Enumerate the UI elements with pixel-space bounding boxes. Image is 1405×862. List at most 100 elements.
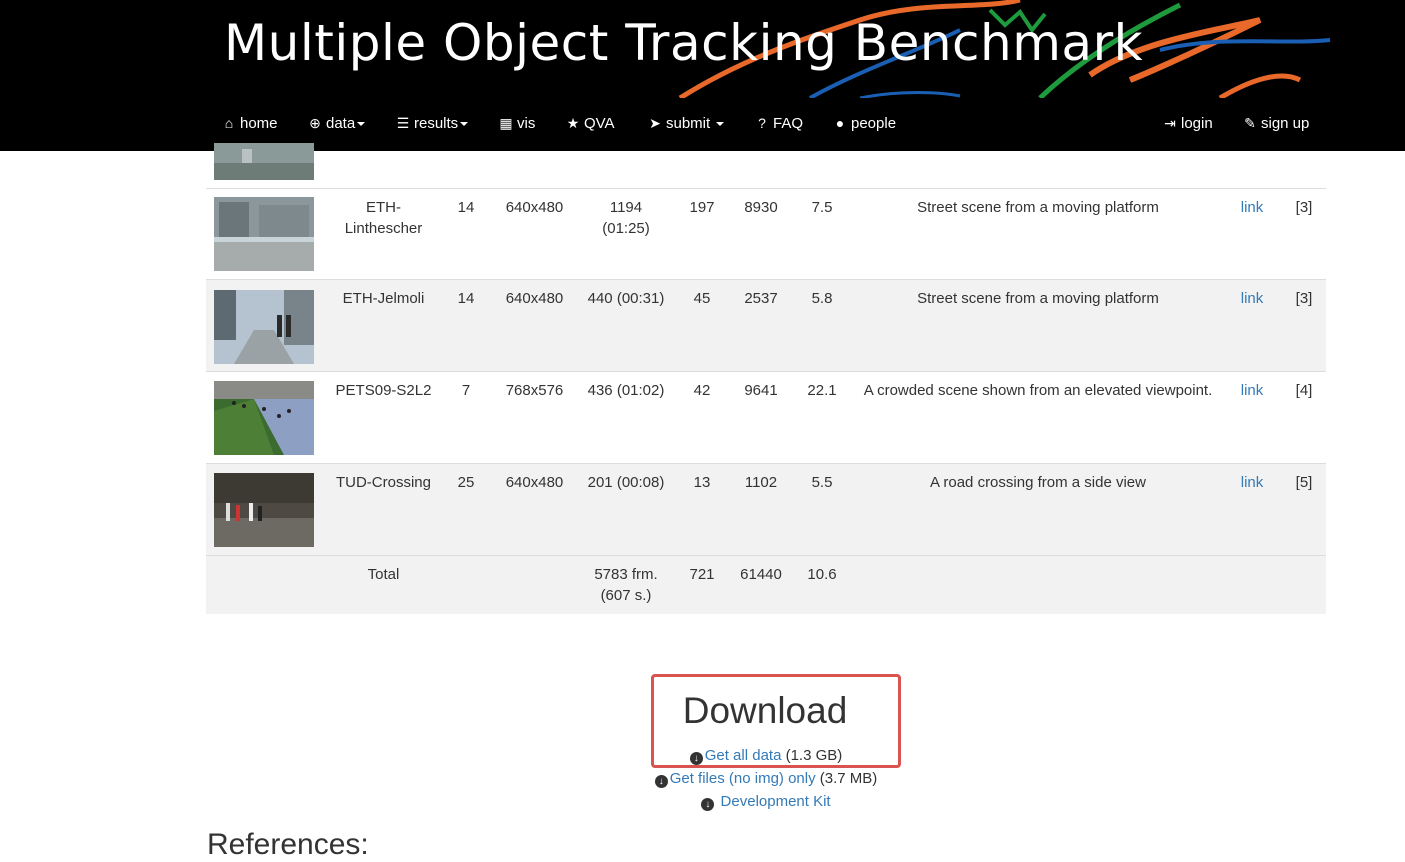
nav-qva-label: QVA [584, 115, 615, 132]
site-title: Multiple Object Tracking Benchmark [224, 14, 1144, 72]
total-boxes: 61440 [740, 566, 782, 583]
tracks-value: 42 [693, 382, 711, 399]
nav-home[interactable]: ⌂ home [221, 112, 278, 134]
table-row: ETH-Jelmoli 14 640x480 440 (00:31) 45 25… [206, 279, 1326, 372]
pencil-icon: ✎ [1244, 115, 1256, 131]
nav-people[interactable]: ● people [832, 112, 896, 134]
reference-value: [4] [1295, 382, 1313, 399]
total-length: 5783 frm. (607 s.) [594, 566, 658, 604]
user-icon: ● [835, 115, 845, 131]
development-kit-link[interactable]: Development Kit [721, 793, 831, 810]
sequence-thumbnail [214, 143, 314, 180]
sequence-link[interactable]: link [1232, 472, 1272, 493]
chevron-down-icon [460, 122, 469, 127]
table-row: ETH- Linthescher 14 640x480 1194 (01:25)… [206, 188, 1326, 280]
boxes-value: 9641 [744, 382, 778, 399]
nav-submit[interactable]: ➤ submit [647, 112, 725, 134]
sequence-name: ETH-Jelmoli [342, 290, 425, 307]
sequence-link[interactable]: link [1232, 288, 1272, 309]
reference-value: [3] [1295, 199, 1313, 216]
length-value: 436 (01:02) [587, 382, 665, 399]
nav-results[interactable]: ☰ results [395, 112, 469, 134]
resolution-value: 768x576 [505, 382, 564, 399]
login-icon: ⇥ [1164, 115, 1176, 131]
get-files-link[interactable]: Get files (no img) only [670, 770, 816, 787]
boxes-value: 1102 [744, 474, 778, 491]
nav-submit-label: submit [666, 115, 711, 132]
sequence-name: ETH- Linthescher [344, 199, 423, 237]
density-value: 7.5 [811, 199, 833, 216]
fps-value: 25 [457, 474, 475, 491]
references-heading: References: [207, 828, 369, 861]
sequence-link[interactable]: link [1232, 380, 1272, 401]
download-circle-icon: ↓ [689, 752, 703, 765]
description-value: A road crossing from a side view [930, 474, 1146, 491]
main-navbar: ⌂ home ⊕ data ☰ results ▦ vis ★ QVA ➤ submit ?… [0, 98, 1405, 151]
nav-login-label: login [1181, 115, 1213, 132]
all-data-size: (1.3 GB) [785, 747, 843, 764]
table-row: TUD-Crossing 25 640x480 201 (00:08) 13 1… [206, 463, 1326, 556]
table-total-row: Total 5783 frm. (607 s.) 721 61440 10.6 [206, 555, 1326, 614]
nav-data[interactable]: ⊕ data [307, 112, 366, 134]
sequence-name: TUD-Crossing [335, 474, 431, 491]
question-circle-icon: ? [758, 115, 766, 131]
nav-data-label: data [326, 115, 356, 132]
nav-vis[interactable]: ▦ vis [498, 112, 535, 134]
film-icon: ▦ [499, 115, 513, 131]
density-value: 5.8 [811, 290, 833, 307]
download-circle-icon: ↓ [701, 798, 715, 811]
sequence-link[interactable]: link [1232, 197, 1272, 218]
sequence-thumbnail [214, 381, 314, 455]
tracks-value: 197 [689, 199, 715, 216]
sequence-thumbnail [214, 197, 314, 271]
fps-value: 14 [457, 290, 475, 307]
chevron-down-icon [357, 122, 366, 127]
get-all-data-line: ↓ Get all data (1.3 GB) [0, 747, 1405, 765]
nav-results-label: results [414, 115, 459, 132]
send-icon: ➤ [649, 115, 661, 131]
home-icon: ⌂ [224, 115, 234, 131]
chevron-down-icon [716, 122, 725, 127]
table-row: PETS09-S2L2 7 768x576 436 (01:02) 42 964… [206, 371, 1326, 464]
description-value: A crowded scene shown from an elevated v… [863, 382, 1213, 399]
nav-vis-label: vis [517, 115, 536, 132]
get-all-data-link[interactable]: Get all data [705, 747, 782, 764]
resolution-value: 640x480 [505, 290, 564, 307]
boxes-value: 2537 [744, 290, 778, 307]
density-value: 22.1 [807, 382, 837, 399]
download-circle-icon: ⊕ [309, 115, 321, 131]
table-row [206, 143, 1326, 188]
get-files-line: ↓ Get files (no img) only (3.7 MB) [0, 770, 1405, 788]
length-value: 440 (00:31) [587, 290, 665, 307]
sequence-thumbnail [214, 290, 314, 364]
reference-value: [3] [1295, 290, 1313, 307]
nav-faq-label: FAQ [773, 115, 804, 132]
files-size: (3.7 MB) [819, 770, 878, 787]
download-heading: Download [682, 690, 848, 731]
boxes-value: 8930 [744, 199, 778, 216]
fps-value: 14 [457, 199, 475, 216]
tracks-value: 13 [693, 474, 711, 491]
density-value: 5.5 [811, 474, 833, 491]
nav-signup[interactable]: ✎ sign up [1242, 112, 1309, 134]
nav-login[interactable]: ⇥ login [1162, 112, 1213, 134]
total-density: 10.6 [807, 566, 837, 583]
site-header: Multiple Object Tracking Benchmark ⌂ home… [0, 0, 1405, 151]
nav-signup-label: sign up [1261, 115, 1310, 132]
list-icon: ☰ [396, 115, 410, 131]
nav-people-label: people [851, 115, 897, 132]
tracks-value: 45 [693, 290, 711, 307]
resolution-value: 640x480 [505, 474, 564, 491]
resolution-value: 640x480 [505, 199, 564, 216]
devkit-line: ↓ Development Kit [0, 793, 1405, 811]
length-value: 1194 (01:25) [602, 199, 650, 237]
star-icon: ★ [566, 115, 580, 131]
reference-value: [5] [1295, 474, 1313, 491]
total-tracks: 721 [689, 566, 715, 583]
total-label: Total [367, 566, 400, 583]
nav-faq[interactable]: ? FAQ [754, 112, 803, 134]
nav-qva[interactable]: ★ QVA [565, 112, 615, 134]
nav-home-label: home [240, 115, 278, 132]
sequence-name: PETS09-S2L2 [335, 382, 432, 399]
length-value: 201 (00:08) [587, 474, 665, 491]
